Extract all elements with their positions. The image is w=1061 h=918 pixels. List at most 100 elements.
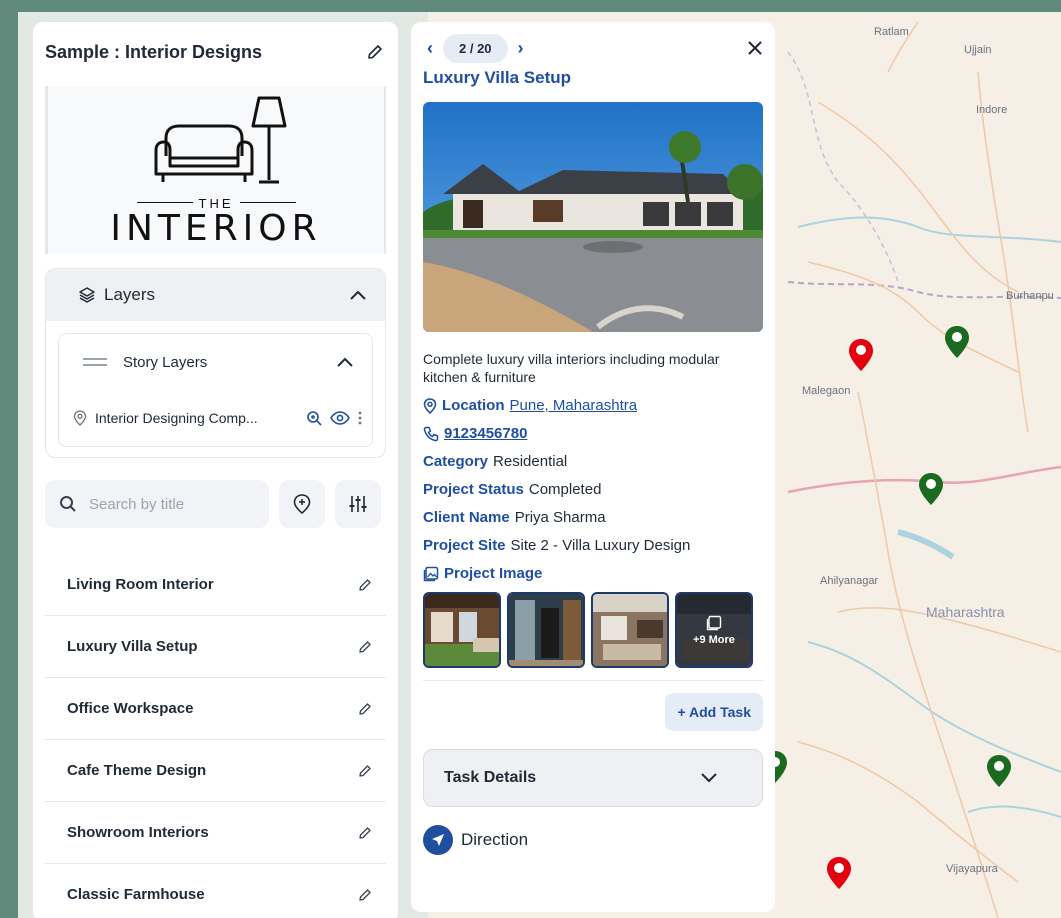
client-field: Client Name Priya Sharma — [423, 509, 763, 526]
search-box — [45, 480, 269, 528]
status-value: Completed — [528, 481, 602, 498]
location-pin-icon — [73, 410, 87, 426]
map-pin-red[interactable] — [826, 856, 852, 890]
list-item[interactable]: Living Room Interior — [45, 554, 386, 616]
detail-top-bar: ‹ 2 / 20 › — [423, 28, 763, 68]
list-item[interactable]: Office Workspace — [45, 678, 386, 740]
add-task-button[interactable]: + Add Task — [665, 693, 763, 731]
list-item[interactable]: Luxury Villa Setup — [45, 616, 386, 678]
more-vertical-icon[interactable] — [358, 411, 362, 425]
thumbnail[interactable] — [507, 592, 585, 668]
map-label-burhanpur: Burhanpu — [1006, 290, 1054, 302]
chevron-down-icon — [701, 773, 717, 783]
category-value: Residential — [493, 453, 568, 470]
search-input[interactable] — [89, 495, 249, 513]
layers-header[interactable]: Layers — [46, 269, 385, 321]
thumbnail[interactable] — [423, 592, 501, 668]
site-label: Project Site — [423, 537, 506, 554]
thumbnail[interactable] — [591, 592, 669, 668]
map-label-malegaon: Malegaon — [802, 385, 851, 397]
entrance-photo-icon — [509, 594, 583, 666]
more-images-thumbnail[interactable]: +9 More — [675, 592, 753, 668]
list-item[interactable]: Classic Farmhouse — [45, 864, 386, 918]
pencil-icon[interactable] — [358, 640, 372, 654]
eye-icon[interactable] — [330, 411, 350, 425]
layers-label: Layers — [104, 285, 156, 304]
story-logo: THE INTERIOR — [45, 86, 386, 254]
image-thumbnails: +9 More — [423, 592, 763, 668]
location-field: Location Pune, Maharashtra — [423, 397, 763, 414]
map-label-indore: Indore — [976, 104, 1008, 116]
story-layers-label: Story Layers — [123, 353, 208, 371]
chevron-up-icon[interactable] — [349, 289, 367, 301]
sliders-icon — [349, 496, 367, 512]
map-pin-green[interactable] — [986, 754, 1012, 788]
map-pin-plus-icon — [293, 494, 311, 514]
pencil-icon[interactable] — [358, 578, 372, 592]
images-label: Project Image — [444, 565, 543, 582]
layer-item-label: Interior Designing Comp... — [95, 410, 258, 426]
villa-photo-icon — [423, 102, 763, 332]
story-layers-group: Story Layers Interior Designing Comp... — [58, 333, 373, 447]
close-button[interactable] — [747, 40, 763, 56]
task-details-accordion[interactable]: Task Details — [423, 749, 763, 807]
edit-title-button[interactable] — [366, 43, 384, 61]
living-room-photo-icon — [593, 594, 667, 666]
list-item[interactable]: Cafe Theme Design — [45, 740, 386, 802]
map-label-maharashtra: Maharashtra — [926, 604, 1005, 620]
pencil-icon[interactable] — [358, 764, 372, 778]
status-field: Project Status Completed — [423, 481, 763, 498]
pager-count: 2 / 20 — [443, 33, 508, 63]
patio-photo-icon — [425, 594, 499, 666]
pencil-icon[interactable] — [358, 888, 372, 902]
chevron-up-icon[interactable] — [336, 356, 354, 368]
site-value: Site 2 - Villa Luxury Design — [510, 537, 691, 554]
search-row — [45, 480, 386, 528]
list-item-label: Cafe Theme Design — [67, 762, 207, 779]
location-pin-icon — [423, 397, 437, 414]
layers-icon — [79, 287, 95, 303]
gallery-icon — [423, 566, 439, 581]
layer-item[interactable]: Interior Designing Comp... — [69, 390, 362, 446]
zoom-in-icon[interactable] — [306, 410, 322, 426]
map-pin-green[interactable] — [918, 472, 944, 506]
category-label: Category — [423, 453, 489, 470]
list-item[interactable]: Showroom Interiors — [45, 802, 386, 864]
story-layers-header[interactable]: Story Layers — [69, 334, 362, 390]
map-label-ahilyanagar: Ahilyanagar — [820, 575, 879, 587]
location-link[interactable]: Pune, Maharashtra — [510, 397, 638, 414]
map-pin-green[interactable] — [944, 325, 970, 359]
story-title: Sample : Interior Designs — [45, 41, 263, 62]
pager: ‹ 2 / 20 › — [423, 33, 528, 63]
divider — [423, 680, 763, 681]
direction-button[interactable]: Direction — [423, 825, 763, 855]
phone-link[interactable]: 9123456780 — [444, 425, 527, 442]
hero-image[interactable] — [423, 102, 763, 332]
list-item-label: Luxury Villa Setup — [67, 638, 198, 655]
site-field: Project Site Site 2 - Villa Luxury Desig… — [423, 537, 763, 554]
filter-button[interactable] — [335, 480, 381, 528]
search-icon — [60, 496, 76, 512]
status-label: Project Status — [423, 481, 524, 498]
pencil-icon[interactable] — [358, 702, 372, 716]
client-label: Client Name — [423, 509, 510, 526]
map-pin-red[interactable] — [848, 338, 874, 372]
next-button[interactable]: › — [514, 38, 528, 59]
list-item-label: Classic Farmhouse — [67, 886, 205, 903]
sidebar-header: Sample : Interior Designs — [33, 22, 398, 82]
list-item-label: Living Room Interior — [67, 576, 214, 593]
pencil-icon[interactable] — [358, 826, 372, 840]
detail-panel: ‹ 2 / 20 › Luxury Villa Setup Complete l… — [411, 22, 775, 912]
direction-icon — [423, 825, 453, 855]
story-sidebar: Sample : Interior Designs THE INTERIOR L… — [33, 22, 398, 918]
locate-pin-button[interactable] — [279, 480, 325, 528]
drag-handle-icon[interactable] — [83, 358, 107, 366]
category-field: Category Residential — [423, 453, 763, 470]
navigation-arrow-icon — [432, 834, 444, 846]
pencil-icon — [368, 45, 382, 59]
location-label: Location — [442, 397, 505, 414]
prev-button[interactable]: ‹ — [423, 38, 437, 59]
task-details-label: Task Details — [444, 769, 537, 786]
map-label-ujjain: Ujjain — [964, 44, 992, 56]
layers-panel: Layers Story Layers Interior Designing C… — [45, 268, 386, 458]
